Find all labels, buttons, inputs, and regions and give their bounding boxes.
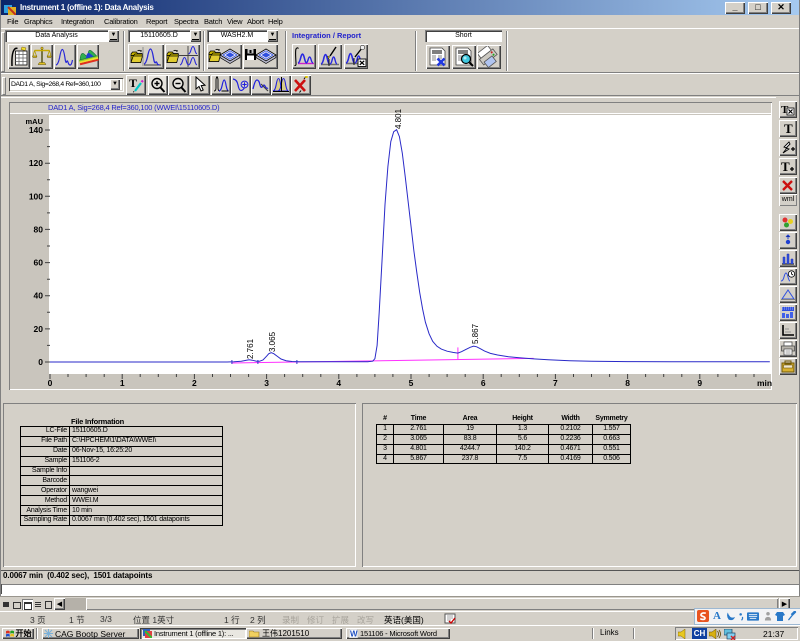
svg-text:5: 5 bbox=[409, 378, 414, 388]
svg-text:0: 0 bbox=[48, 378, 53, 388]
svg-text:3.065: 3.065 bbox=[268, 331, 277, 352]
svg-text:1: 1 bbox=[120, 378, 125, 388]
svg-text:140: 140 bbox=[29, 125, 43, 135]
svg-text:9: 9 bbox=[697, 378, 702, 388]
svg-text:4.801: 4.801 bbox=[394, 108, 403, 129]
svg-text:min: min bbox=[757, 378, 772, 388]
svg-text:2: 2 bbox=[192, 378, 197, 388]
svg-text:7: 7 bbox=[553, 378, 558, 388]
svg-text:0: 0 bbox=[38, 357, 43, 367]
svg-text:5.867: 5.867 bbox=[471, 323, 480, 344]
svg-text:20: 20 bbox=[34, 324, 44, 334]
svg-text:2.761: 2.761 bbox=[246, 338, 255, 359]
svg-text:60: 60 bbox=[34, 258, 44, 268]
svg-text:120: 120 bbox=[29, 158, 43, 168]
svg-text:100: 100 bbox=[29, 191, 43, 201]
svg-text:40: 40 bbox=[34, 291, 44, 301]
svg-text:T: T bbox=[781, 159, 790, 174]
svg-text:3: 3 bbox=[264, 378, 269, 388]
svg-text:4: 4 bbox=[336, 378, 341, 388]
svg-text:W: W bbox=[350, 630, 358, 639]
svg-text:T: T bbox=[784, 121, 793, 136]
svg-text:80: 80 bbox=[34, 224, 44, 234]
svg-text:8: 8 bbox=[625, 378, 630, 388]
svg-text:T: T bbox=[129, 76, 137, 90]
svg-text:6: 6 bbox=[481, 378, 486, 388]
